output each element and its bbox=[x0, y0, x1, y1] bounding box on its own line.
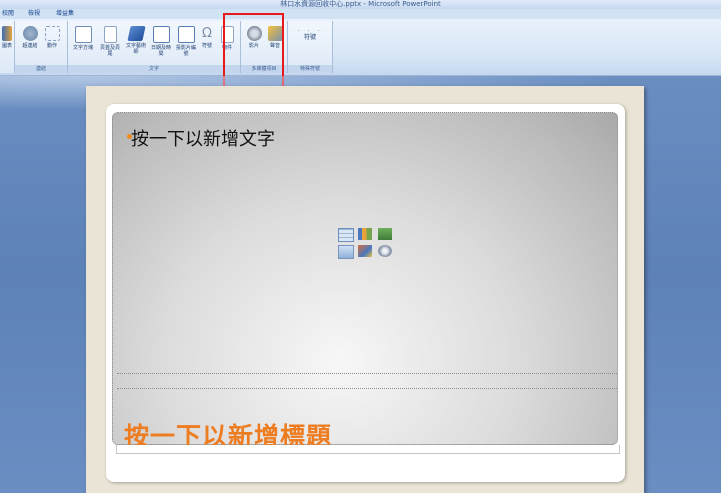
slide-number-button[interactable]: 投影片編號 bbox=[174, 26, 198, 57]
slide-number-icon bbox=[177, 26, 195, 43]
group-label-special: 特殊符號 bbox=[288, 65, 332, 73]
chart-icon bbox=[2, 26, 12, 41]
datetime-button[interactable]: 日期及時間 bbox=[149, 26, 173, 57]
tab-addins[interactable]: 增益集 bbox=[56, 9, 74, 19]
window-title: 林口水資源回收中心.pptx - Microsoft PowerPoint bbox=[0, 0, 721, 9]
action-icon bbox=[44, 26, 60, 41]
textbox-button[interactable]: 文字方塊 bbox=[70, 26, 96, 51]
header-footer-button[interactable]: 頁首及頁尾 bbox=[98, 26, 122, 57]
table-icon[interactable] bbox=[338, 228, 354, 242]
picture-icon[interactable] bbox=[338, 245, 354, 259]
tab-view[interactable]: 檢視 bbox=[28, 9, 40, 19]
smartart-icon[interactable] bbox=[378, 228, 392, 240]
symbol-button[interactable]: Ω 符號 bbox=[199, 26, 215, 49]
header-footer-icon bbox=[103, 26, 117, 43]
textbox-icon bbox=[74, 26, 92, 43]
hyperlink-button[interactable]: 超連結 bbox=[20, 26, 40, 49]
chart-icon[interactable] bbox=[358, 228, 372, 240]
clipart-icon[interactable] bbox=[358, 245, 372, 257]
globe-link-icon bbox=[22, 26, 38, 41]
group-label-text: 文字 bbox=[68, 65, 240, 73]
wordart-button[interactable]: 文字藝術師 bbox=[124, 26, 148, 55]
group-links: 超連結 動作 連結 bbox=[15, 21, 68, 73]
chart-button[interactable]: 圖表 bbox=[1, 26, 13, 49]
media-icon[interactable] bbox=[378, 245, 392, 257]
calendar-icon bbox=[152, 26, 170, 43]
wordart-icon bbox=[126, 26, 146, 41]
group-illustrations-fragment: 圖表 bbox=[0, 21, 15, 73]
special-symbol-button[interactable]: · · · 符號 bbox=[294, 29, 326, 41]
title-box-frame bbox=[116, 445, 620, 454]
ribbon-tabs: 校閱 檢視 增益集 bbox=[0, 9, 721, 19]
tab-review[interactable]: 校閱 bbox=[2, 9, 14, 19]
group-special-symbols: · · · 符號 特殊符號 bbox=[288, 21, 333, 73]
content-placeholder[interactable] bbox=[112, 112, 618, 445]
guide-line-bottom bbox=[117, 388, 617, 389]
omega-icon: Ω bbox=[202, 26, 212, 41]
group-text: 文字方塊 頁首及頁尾 文字藝術師 日期及時間 投影片編號 Ω 符號 物件 文字 bbox=[68, 21, 241, 73]
ribbon: 圖表 超連結 動作 連結 文字方塊 頁首及頁尾 文字藝術師 日期及時間 投影片編… bbox=[0, 19, 721, 76]
bullet-text-placeholder[interactable]: 按一下以新增文字 bbox=[131, 125, 275, 151]
group-label-links: 連結 bbox=[15, 65, 67, 73]
guide-line-top bbox=[117, 373, 617, 374]
content-insert-icons bbox=[338, 228, 396, 264]
action-button[interactable]: 動作 bbox=[42, 26, 62, 49]
